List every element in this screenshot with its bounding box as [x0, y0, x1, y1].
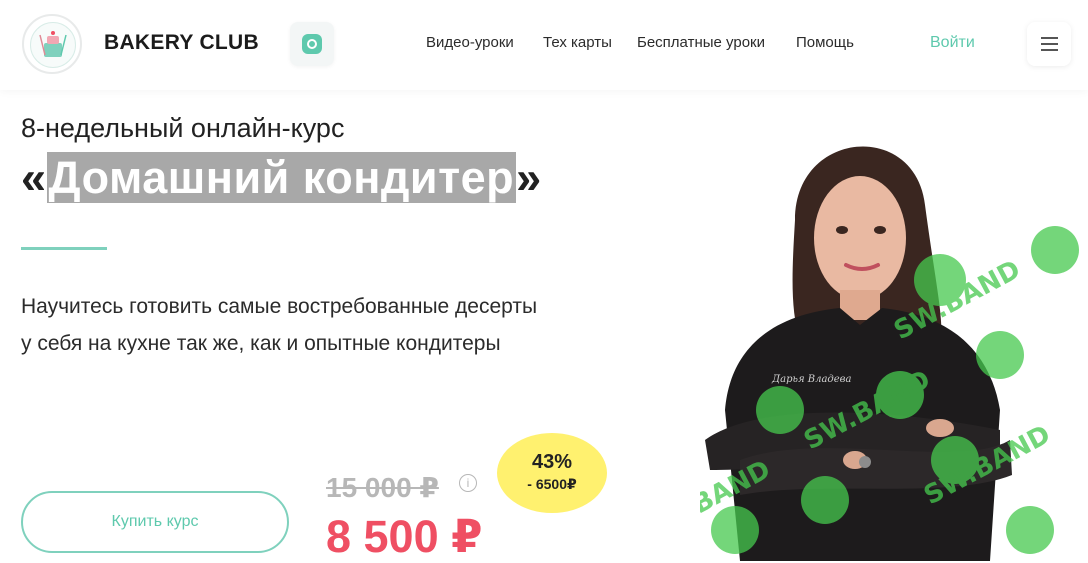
brand-name[interactable]: BAKERY CLUB [104, 31, 259, 55]
face-shape [814, 176, 906, 300]
buy-course-button[interactable]: Купить курс [21, 491, 289, 553]
site-header: BAKERY CLUB Видео-уроки Тех карты Беспла… [0, 0, 1088, 90]
course-subtitle: 8-недельный онлайн-курс [21, 113, 345, 143]
old-price: 15 000 ₽ [326, 472, 439, 503]
title-quote-open: « [21, 152, 47, 203]
course-title: «Домашний кондитер» [21, 152, 542, 204]
hamburger-menu-icon-line [1041, 49, 1058, 51]
jacket-embroidery: Дарья Владевa [771, 374, 851, 385]
nav-help[interactable]: Помощь [796, 34, 854, 51]
course-description: Научитесь готовить самые востребованные … [21, 295, 538, 355]
current-price: 8 500 ₽ [326, 511, 483, 562]
title-main: Домашний кондитер [46, 152, 517, 203]
login-link[interactable]: Войти [930, 34, 975, 52]
bakery-club-logo[interactable] [22, 14, 82, 74]
discount-percent: 43% [531, 451, 573, 473]
nav-free-lessons[interactable]: Бесплатные уроки [637, 34, 765, 51]
logo-emblem [30, 22, 76, 68]
nav-video-lessons[interactable]: Видео-уроки [426, 34, 514, 51]
accent-divider [21, 247, 107, 250]
instagram-button[interactable] [290, 22, 334, 66]
hamburger-menu-icon [1041, 37, 1058, 39]
discount-badge: 43% - 6500₽ [497, 433, 607, 513]
discount-amount: - 6500₽ [527, 476, 577, 492]
title-quote-close: » [516, 152, 542, 203]
instructor-photo: Дарья Владевa SW.BAND SW.BAND SW.BAND SW… [700, 146, 1079, 561]
nav-tech-cards[interactable]: Тех карты [543, 34, 612, 51]
instagram-icon [302, 34, 322, 54]
price-info-icon[interactable]: i [459, 474, 477, 492]
menu-button[interactable] [1027, 22, 1071, 66]
cake-logo-icon [39, 31, 67, 57]
hamburger-menu-icon-line [1041, 43, 1058, 45]
